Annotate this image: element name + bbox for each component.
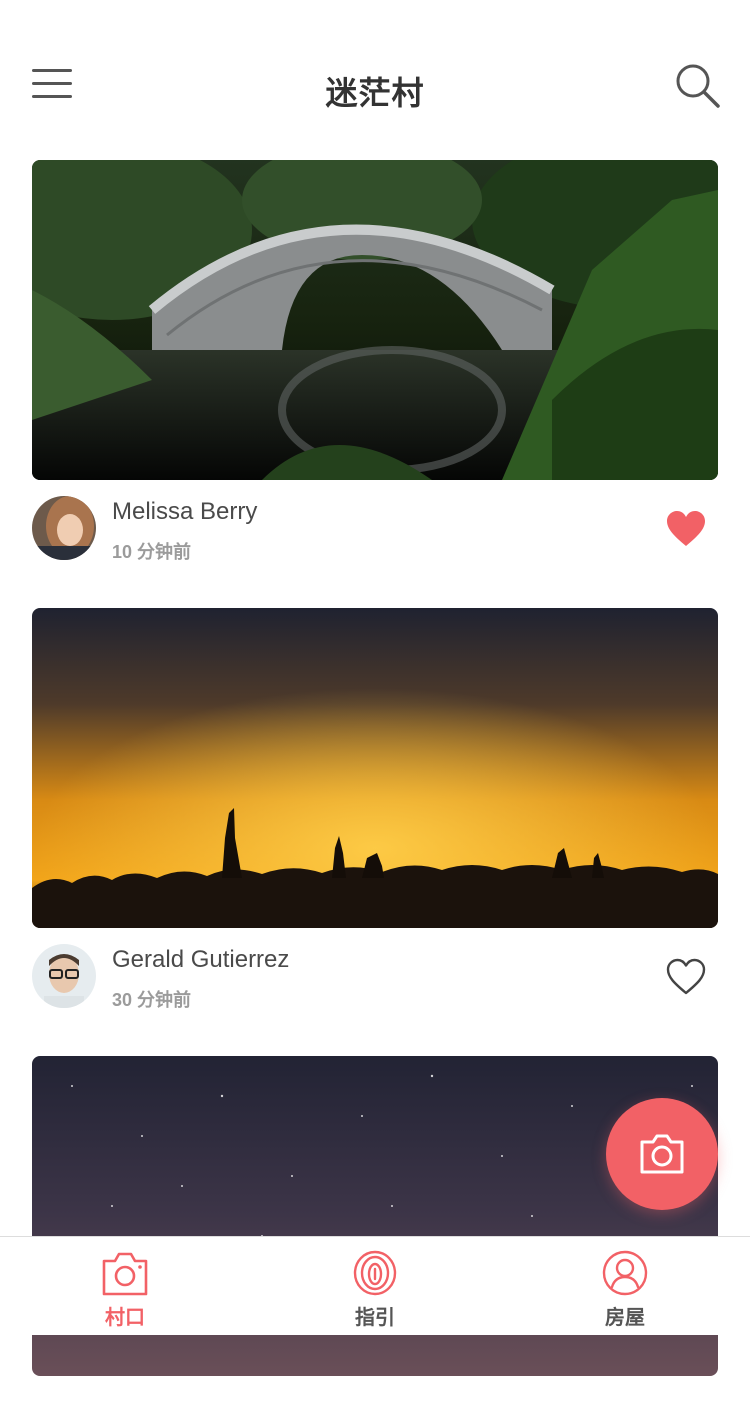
top-header: 迷茫村	[0, 40, 750, 140]
bottom-tab-bar: 村口 指引 房屋	[0, 1236, 750, 1335]
post-time: 30 分钟前	[112, 990, 192, 1010]
tab-guide[interactable]: 指引	[250, 1237, 500, 1335]
post-card: Melissa Berry 10 分钟前	[32, 160, 718, 576]
tab-houses[interactable]: 房屋	[500, 1237, 750, 1335]
author-name: Gerald Gutierrez	[112, 946, 290, 973]
heart-filled-icon[interactable]	[666, 510, 706, 550]
photo-feed: Melissa Berry 10 分钟前 Gerald Gutierrez 30…	[32, 160, 718, 1408]
page-title: 迷茫村	[325, 75, 425, 111]
tab-label: 指引	[355, 1307, 395, 1329]
tab-label: 村口	[105, 1307, 145, 1329]
post-meta: Gerald Gutierrez 30 分钟前	[32, 944, 718, 1024]
avatar[interactable]	[32, 944, 96, 1008]
post-time: 10 分钟前	[112, 542, 192, 562]
post-photo[interactable]	[32, 160, 718, 480]
fingerprint-icon	[353, 1250, 397, 1296]
search-icon[interactable]	[674, 62, 722, 110]
profile-icon	[602, 1250, 648, 1296]
camera-icon	[640, 1134, 684, 1174]
post-card: Gerald Gutierrez 30 分钟前	[32, 608, 718, 1024]
camera-icon	[102, 1252, 148, 1296]
post-photo[interactable]	[32, 608, 718, 928]
tab-village-entrance[interactable]: 村口	[0, 1237, 250, 1335]
camera-fab-button[interactable]	[606, 1098, 718, 1210]
heart-outline-icon[interactable]	[666, 958, 706, 998]
author-name: Melissa Berry	[112, 498, 258, 525]
avatar[interactable]	[32, 496, 96, 560]
tab-label: 房屋	[605, 1307, 645, 1329]
post-meta: Melissa Berry 10 分钟前	[32, 496, 718, 576]
